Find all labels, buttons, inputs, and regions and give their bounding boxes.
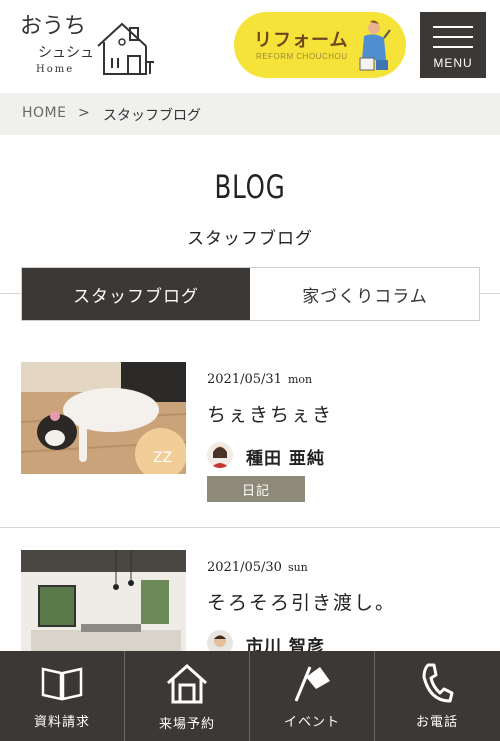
post-divider	[0, 527, 500, 528]
dog-photo-icon: ZZ	[21, 362, 186, 474]
nav-label: イベント	[283, 715, 340, 730]
nav-item-brochure[interactable]: 資料請求	[0, 651, 124, 741]
menu-button[interactable]: MENU	[420, 12, 486, 78]
post-date-value: 2021/05/31	[207, 372, 282, 387]
menu-label: MENU	[433, 56, 473, 70]
nav-label: お電話	[415, 715, 458, 730]
breadcrumb-current: スタッフブログ	[103, 108, 201, 124]
post-title[interactable]: そろそろ引き渡し。	[207, 588, 396, 615]
tab-staff-blog[interactable]: スタッフブログ	[22, 268, 250, 320]
post-day: mon	[287, 373, 313, 386]
site-header: おうち シュシュ Home リフォーム REFORM CHOUCHOU MENU	[0, 0, 500, 93]
flag-icon	[250, 663, 374, 703]
reform-subtitle: REFORM CHOUCHOU	[256, 52, 348, 61]
reform-title: リフォーム	[254, 30, 349, 51]
logo-text-home: Home	[36, 64, 75, 75]
reform-worker-illustration-icon	[359, 20, 391, 71]
post-thumbnail[interactable]: ZZ	[21, 362, 186, 474]
category-badge[interactable]: 日記	[207, 476, 305, 502]
logo-text-line2: シュシュ	[38, 45, 94, 61]
nav-label: 来場予約	[158, 717, 215, 732]
tab-house-column[interactable]: 家づくりコラム	[251, 268, 479, 320]
post-day: sun	[287, 561, 308, 574]
breadcrumb-separator: >	[78, 105, 90, 121]
menu-bar-icon	[433, 36, 473, 38]
page-subtitle: スタッフブログ	[187, 229, 313, 249]
author-avatar-icon	[207, 442, 233, 468]
nav-item-event[interactable]: イベント	[250, 651, 374, 741]
logo-house-icon	[97, 22, 154, 75]
menu-bar-icon	[433, 46, 473, 48]
post-title[interactable]: ちぇきちぇき	[207, 400, 333, 427]
site-logo[interactable]: おうち シュシュ Home	[20, 14, 160, 80]
page-title: BLOG	[214, 168, 286, 206]
nav-item-phone[interactable]: お電話	[375, 651, 499, 741]
logo-text-line1: おうち	[20, 14, 87, 39]
nav-label: 資料請求	[33, 715, 90, 730]
author-avatar	[207, 442, 233, 468]
blog-tabs: スタッフブログ 家づくりコラム	[21, 267, 480, 321]
house-icon	[125, 663, 249, 705]
post-date: 2021/05/31 mon	[207, 372, 312, 387]
author-name: 種田 亜純	[246, 449, 325, 469]
reform-link-button[interactable]: リフォーム REFORM CHOUCHOU	[234, 12, 406, 78]
bottom-nav: 資料請求 来場予約 イベント お電話	[0, 651, 500, 741]
post-date: 2021/05/30 sun	[207, 560, 308, 575]
phone-icon	[375, 663, 499, 703]
breadcrumb-home-link[interactable]: HOME	[22, 105, 66, 121]
kitchen-photo-icon	[21, 550, 186, 662]
nav-item-visit-reservation[interactable]: 来場予約	[125, 651, 249, 741]
breadcrumb: HOME > スタッフブログ	[0, 93, 500, 135]
book-icon	[0, 665, 124, 701]
post-date-value: 2021/05/30	[207, 560, 282, 575]
menu-bar-icon	[433, 26, 473, 28]
post-thumbnail[interactable]	[21, 550, 186, 662]
svg-text:ZZ: ZZ	[153, 450, 172, 466]
